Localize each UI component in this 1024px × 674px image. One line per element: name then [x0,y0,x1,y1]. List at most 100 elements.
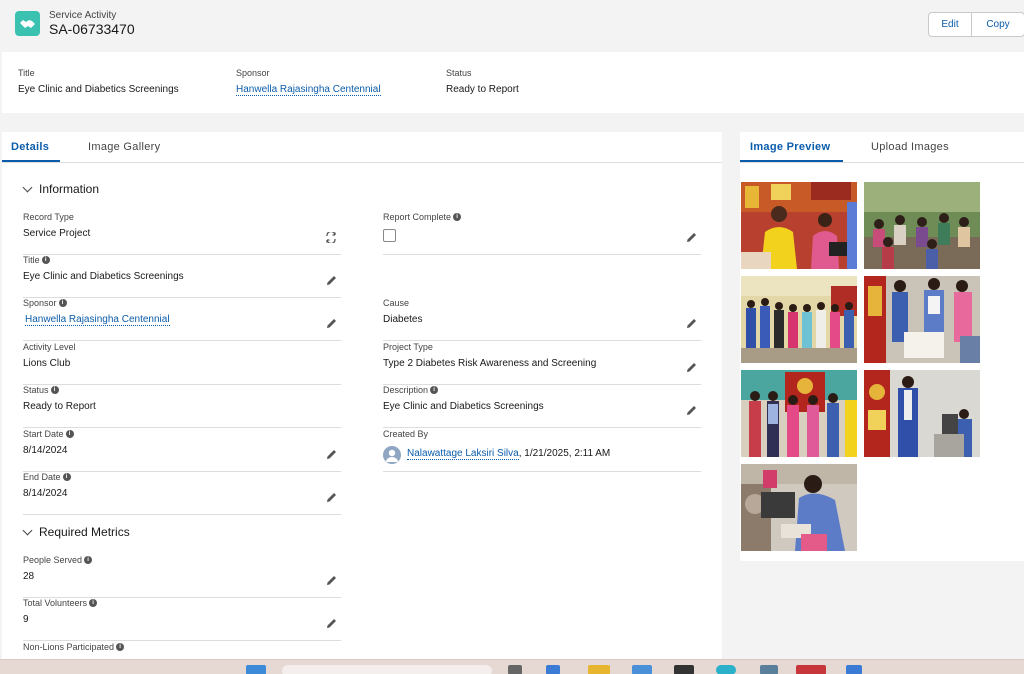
field-value: Service Project [23,228,91,239]
field-non-lions: Non-Lions Participated i [23,642,341,659]
info-icon[interactable]: i [65,430,74,438]
tab-image-preview[interactable]: Image Preview [750,141,830,153]
field-label: Description i [383,385,439,395]
field-label: People Served i [23,555,93,565]
image-thumbnail[interactable] [741,464,857,551]
info-icon[interactable]: i [430,386,439,394]
os-taskbar [0,659,1024,674]
field-value: Eye Clinic and Diabetics Screenings [383,401,544,412]
field-value: Ready to Report [23,401,96,412]
app-icon[interactable] [632,665,652,674]
highlight-sponsor-link[interactable]: Hanwella Rajasingha Centennial [236,84,381,96]
browser-icon[interactable] [796,665,826,674]
image-tabs: Image Preview Upload Images [740,132,1024,163]
section-metrics-title: Required Metrics [39,525,130,539]
pencil-icon[interactable] [326,492,337,503]
field-label: Report Complete i [383,212,462,222]
field-record-type: Record Type Service Project [23,212,341,255]
field-value: Eye Clinic and Diabetics Screenings [23,271,184,282]
field-project-type: Project Type Type 2 Diabetes Risk Awaren… [383,342,701,385]
field-value: Diabetes [383,314,423,325]
task-view-icon[interactable] [508,665,522,674]
image-thumbnail[interactable] [741,370,857,457]
file-explorer-icon[interactable] [588,665,610,674]
field-label: Project Type [383,342,433,352]
field-value: 8/14/2024 [23,445,68,456]
section-information-toggle[interactable]: Information [22,182,99,196]
handshake-icon [15,11,40,36]
field-total-volunteers: Total Volunteers i 9 [23,598,341,641]
highlight-title-label: Title [18,68,35,78]
created-by-user-link[interactable]: Nalawattage Laksiri Silva [407,448,519,460]
field-label: Sponsor i [23,298,67,308]
info-icon[interactable]: i [41,256,50,264]
field-label: Activity Level [23,342,76,352]
pencil-icon[interactable] [326,618,337,629]
info-icon[interactable]: i [453,213,462,221]
app-icon[interactable] [846,665,862,674]
field-cause: Cause Diabetes [383,298,701,341]
app-icon[interactable] [716,665,736,674]
field-value: 9 [23,614,29,625]
highlight-sponsor-label: Sponsor [236,68,270,78]
info-icon[interactable]: i [62,473,71,481]
highlight-sponsor: Sponsor Hanwella Rajasingha Centennial [236,68,381,96]
highlight-title-value: Eye Clinic and Diabetics Screenings [18,84,179,95]
section-metrics-toggle[interactable]: Required Metrics [22,525,130,539]
field-label: Total Volunteers i [23,598,98,608]
pencil-icon[interactable] [326,275,337,286]
taskbar-search-box[interactable] [282,665,492,674]
record-name: SA-06733470 [49,21,135,37]
info-icon[interactable]: i [89,599,98,607]
copy-button[interactable]: Copy [972,13,1024,36]
tab-upload-images[interactable]: Upload Images [871,141,949,153]
app-icon[interactable] [760,665,778,674]
pencil-icon[interactable] [326,318,337,329]
object-type-label: Service Activity [49,10,117,21]
highlight-status: Status Ready to Report [446,68,519,95]
image-thumbnail[interactable] [741,182,857,269]
app-icon[interactable] [674,665,694,674]
field-value: 8/14/2024 [23,488,68,499]
highlight-status-value: Ready to Report [446,84,519,95]
field-label: Title i [23,255,50,265]
tab-image-gallery[interactable]: Image Gallery [88,141,160,153]
info-icon[interactable]: i [84,556,93,564]
pencil-icon[interactable] [326,449,337,460]
highlights-panel: Title Eye Clinic and Diabetics Screening… [2,52,1024,113]
image-thumbnail[interactable] [741,276,857,363]
pencil-icon[interactable] [686,318,697,329]
field-value: Type 2 Diabetes Risk Awareness and Scree… [383,358,597,369]
image-thumbnail[interactable] [864,370,980,457]
image-thumbnail[interactable] [864,276,980,363]
chevron-down-icon [22,182,33,192]
info-icon[interactable]: i [50,386,59,394]
report-complete-checkbox[interactable] [383,229,396,242]
page-header: Service Activity SA-06733470 Edit Copy [0,0,1024,50]
field-label: Record Type [23,212,74,222]
info-icon[interactable]: i [116,643,125,651]
field-end-date: End Date i 8/14/2024 [23,472,341,515]
info-icon[interactable]: i [58,299,67,307]
highlight-status-label: Status [446,68,472,78]
field-people-served: People Served i 28 [23,555,341,598]
pencil-icon[interactable] [686,405,697,416]
created-by-timestamp: , 1/21/2025, 2:11 AM [518,448,611,459]
field-label: Status i [23,385,59,395]
avatar [383,446,401,464]
sponsor-link[interactable]: Hanwella Rajasingha Centennial [25,314,170,326]
tab-details[interactable]: Details [11,141,49,153]
pencil-icon[interactable] [326,575,337,586]
app-icon[interactable] [546,665,560,674]
details-tabs: Details Image Gallery [2,132,722,163]
start-icon[interactable] [246,665,266,674]
field-description: Description i Eye Clinic and Diabetics Sc… [383,385,701,428]
pencil-icon[interactable] [686,232,697,243]
pencil-icon[interactable] [686,362,697,373]
image-card: Image Preview Upload Images [740,132,1024,561]
edit-button[interactable]: Edit [929,13,972,36]
change-record-type-icon[interactable] [325,232,337,243]
chevron-down-icon [22,525,33,535]
field-label: Created By [383,429,429,439]
image-thumbnail[interactable] [864,182,980,269]
